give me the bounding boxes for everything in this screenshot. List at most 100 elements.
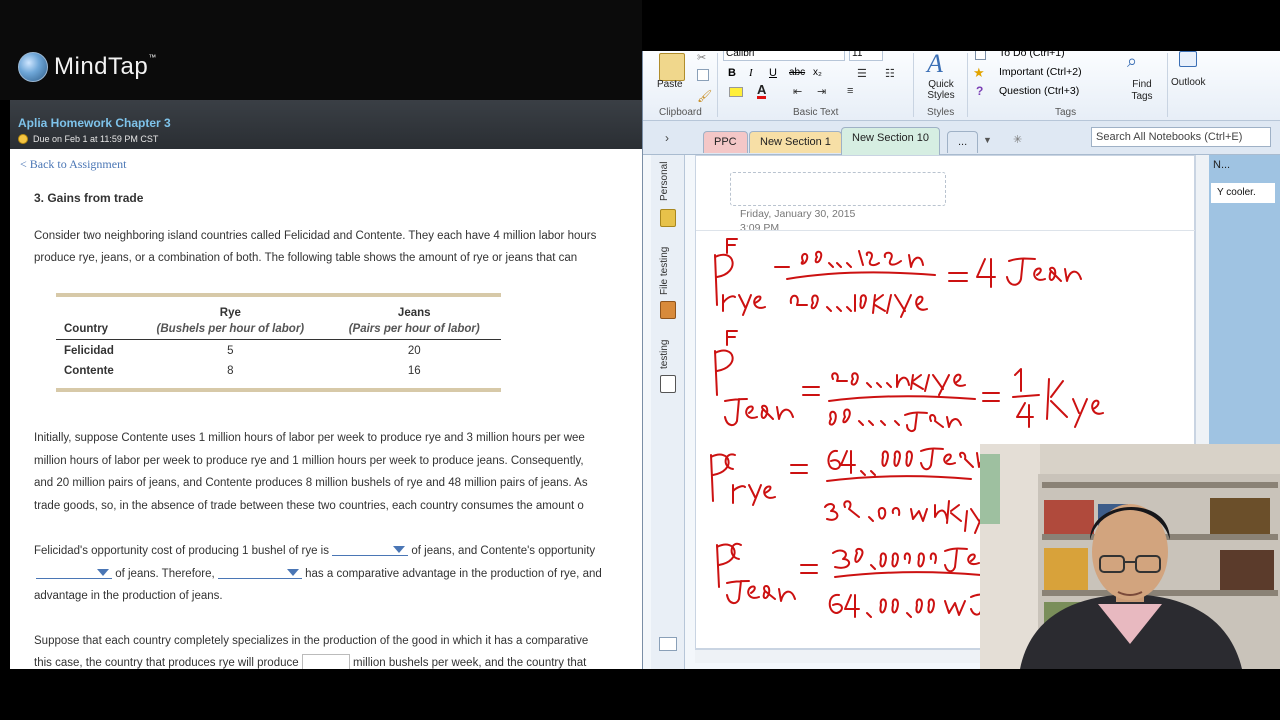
mindtap-logo[interactable]: MindTap™ [18,52,157,82]
country-cell: Contente [64,365,114,377]
star-icon: ★ [973,65,985,80]
collapse-arrow-icon[interactable]: › [665,131,669,145]
tab-new-section-1[interactable]: New Section 1 [749,131,842,153]
production-table: Rye Jeans Country (Bushels per hour of l… [56,293,501,392]
rye-header: Rye [219,307,241,319]
numbering-icon[interactable]: ☷ [885,67,895,80]
letterbox-bottom [0,669,1280,720]
strikethrough-button[interactable]: abc [789,67,805,78]
page-list-item[interactable]: Y cooler. [1211,183,1275,203]
open-notebook-icon[interactable] [660,375,676,393]
outlook-icon [1179,51,1197,67]
styles-group-label: Styles [927,107,955,118]
opportunity-line-3: advantage in the production of jeans. [34,590,223,602]
font-size-box[interactable]: 11 [849,51,883,61]
scenario-line-1: Initially, suppose Contente uses 1 milli… [34,432,585,444]
question-icon: ? [976,84,984,98]
align-icon[interactable]: ≡ [847,85,853,97]
jeans-header: Jeans [397,307,431,319]
bullets-icon[interactable]: ☰ [857,67,867,80]
find-tags-icon: ⌕ [1127,51,1138,71]
intro-line-1: Consider two neighboring island countrie… [34,230,597,242]
opportunity-line-1: Felicidad's opportunity cost of producin… [34,540,595,562]
jeans-cell: 20 [407,345,421,357]
underline-button[interactable]: U [769,67,777,79]
notebook-icon[interactable] [660,209,676,227]
back-to-assignment-link[interactable]: < Back to Assignment [20,157,126,172]
ribbon-separator [913,53,914,117]
tab-more[interactable]: ... [947,131,979,153]
rye-advantage-country-dropdown[interactable] [217,565,302,579]
search-input[interactable]: Search All Notebooks (Ctrl+E) [1091,127,1271,147]
text-span: Felicidad's opportunity cost of producin… [34,545,329,557]
country-header: Country [56,321,134,340]
new-section-icon[interactable]: ✳ [1013,133,1022,146]
paste-button[interactable]: Paste [657,79,683,90]
homework-title[interactable]: Aplia Homework Chapter 3 [18,116,171,130]
bold-button[interactable]: B [728,67,736,79]
rye-cell: 5 [227,345,234,357]
homework-bar: Aplia Homework Chapter 3 Due on Feb 1 at… [10,100,642,149]
scenario-line-2: million hours of labor per week to produ… [34,455,584,467]
find-tags-button[interactable]: Find Tags [1125,79,1159,103]
tab-ppc[interactable]: PPC [703,131,748,153]
tag-todo[interactable]: To Do (Ctrl+1) [999,51,1065,59]
section-tabs: › PPC New Section 1 New Section 10 ... ▼… [643,121,1280,155]
ribbon-separator [967,53,968,117]
due-date: Due on Feb 1 at 11:59 PM CST [18,134,158,144]
new-page-button[interactable]: N... [1213,159,1230,171]
scenario-line-3: and 20 million pairs of jeans, and Conte… [34,477,588,489]
due-text: Due on Feb 1 at 11:59 PM CST [33,134,159,144]
chevron-down-icon[interactable]: ▼ [983,135,992,145]
jeans-subheader: (Pairs per hour of labor) [327,321,501,340]
text-span: of jeans. Therefore, [115,568,215,580]
brand-name: MindTap [54,53,149,80]
tag-question[interactable]: Question (Ctrl+3) [999,85,1079,97]
scenario-line-4: trade goods, so, in the absence of trade… [34,500,584,512]
font-color-icon[interactable]: A [757,83,767,99]
clipboard-group-label: Clipboard [659,107,702,118]
notebook-icon[interactable] [660,301,676,319]
copy-icon[interactable] [697,69,709,81]
notebook-file-testing[interactable]: File testing [659,239,670,295]
table-row: Felicidad 5 20 [56,340,501,361]
clock-icon [18,134,28,144]
font-name-box[interactable]: Calibri [723,51,845,61]
jeans-cell: 16 [407,365,421,377]
notebook-personal[interactable]: Personal [659,161,670,201]
all-notebooks-icon[interactable] [659,637,677,651]
text-span: of jeans, and Contente's opportunity [411,545,596,557]
scissors-icon[interactable]: ✂ [697,51,706,64]
notebook-strip: Personal File testing testing [651,155,685,669]
opportunity-line-2: of jeans. Therefore, has a comparative a… [34,563,602,585]
quick-styles-button[interactable]: Quick Styles [921,79,961,101]
webcam-overlay [980,444,1280,669]
tag-important[interactable]: Important (Ctrl+2) [999,66,1082,78]
tab-new-section-10[interactable]: New Section 10 [841,127,941,155]
page-date: Friday, January 30, 2015 [740,208,856,220]
rye-quantity-input[interactable] [301,654,350,669]
increase-indent-icon[interactable]: ⇥ [817,85,826,98]
notebook-testing[interactable]: testing [659,329,670,369]
contente-rye-cost-dropdown[interactable] [36,565,112,579]
rye-subheader: (Bushels per hour of labor) [133,321,328,340]
format-painter-icon[interactable]: 🖌 [697,89,712,103]
ribbon: Paste ✂ 🖌 Clipboard Calibri 11 B I U abc… [643,51,1280,121]
mindtap-header: MindTap™ [0,0,642,100]
outlook-button[interactable]: Outlook [1171,77,1205,88]
specialize-line-2: this case, the country that produces rye… [34,652,586,669]
page-title-box[interactable] [730,172,946,206]
ribbon-separator [1167,53,1168,117]
text-span: million bushels per week, and the countr… [353,657,587,669]
tags-group-label: Tags [1055,107,1077,118]
assignment-page: < Back to Assignment 3. Gains from trade… [10,149,642,669]
quick-styles-icon[interactable]: A [927,51,943,79]
felicidad-rye-cost-dropdown[interactable] [332,542,409,556]
decrease-indent-icon[interactable]: ⇤ [793,85,802,98]
globe-icon [18,52,48,82]
italic-button[interactable]: I [749,67,753,79]
highlight-icon[interactable] [729,87,743,97]
rye-cell: 8 [227,365,234,377]
subscript-button[interactable]: x₂ [813,67,822,78]
question-title: 3. Gains from trade [34,191,144,205]
